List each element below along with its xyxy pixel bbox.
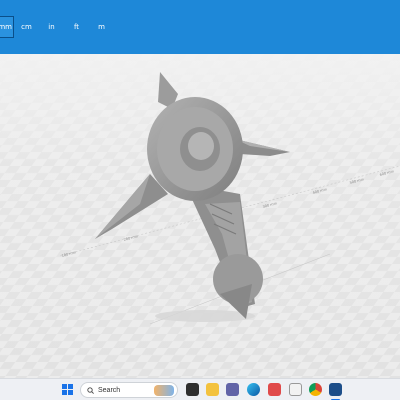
search-placeholder: Search [98,386,121,394]
file-explorer-icon[interactable] [206,383,219,396]
viewer-toolbar: mm cm in ft m [0,0,400,54]
teams-icon[interactable] [226,383,239,396]
3d-viewer-icon[interactable] [329,383,342,396]
unit-ft-button[interactable]: ft [64,16,89,38]
widgets-icon[interactable] [154,385,174,396]
office-icon[interactable] [268,383,281,396]
unit-cm-button[interactable]: cm [14,16,39,38]
unit-mm-button[interactable]: mm [0,16,14,38]
chrome-icon[interactable] [309,383,322,396]
floor-grid: 100 mm 200 mm 300 mm 400 mm 500 mm 600 m… [0,54,400,378]
unit-selector: mm cm in ft m [0,16,114,38]
search-icon [87,386,94,394]
unit-m-button[interactable]: m [89,16,114,38]
3d-viewport[interactable]: 100 mm 200 mm 300 mm 400 mm 500 mm 600 m… [0,54,400,378]
edge-icon[interactable] [247,383,260,396]
store-icon[interactable] [289,383,302,396]
unit-in-button[interactable]: in [39,16,64,38]
windows-taskbar: Search [0,378,400,400]
task-view-icon[interactable] [186,383,199,396]
taskbar-search-box[interactable]: Search [80,382,178,398]
windows-start-icon[interactable] [62,384,73,395]
